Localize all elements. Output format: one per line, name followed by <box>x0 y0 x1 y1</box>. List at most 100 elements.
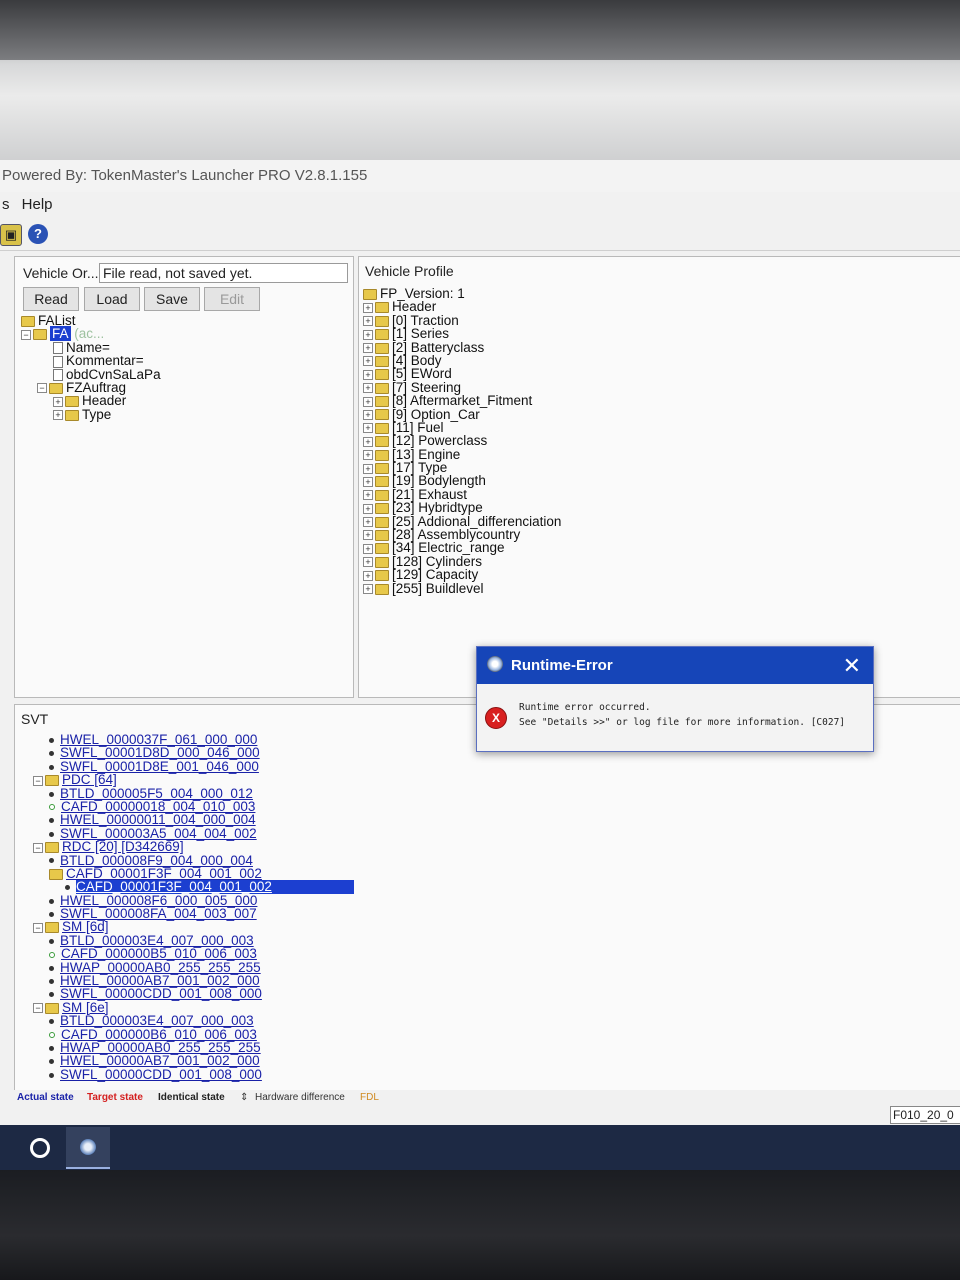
svt-sgbm-item[interactable]: BTLD_000005F5_004_000_012 <box>33 786 354 800</box>
tree-node-profile-item[interactable]: + [17] Type <box>363 461 561 474</box>
search-icon[interactable] <box>30 1138 50 1158</box>
tree-node-profile-item[interactable]: + [2] Batteryclass <box>363 340 561 354</box>
tree-node-type[interactable]: + Type <box>21 407 161 421</box>
svt-sgbm-item[interactable]: CAFD_000000B5_010_006_003 <box>33 947 354 961</box>
expand-icon[interactable]: + <box>363 302 373 313</box>
svt-ecu-node[interactable]: − SM [6d] <box>33 920 354 934</box>
svt-sgbm-item[interactable]: SWFL_000008FA_004_003_007 <box>33 907 354 920</box>
svt-sgbm-item[interactable]: CAFD_000000B6_010_006_003 <box>33 1027 354 1041</box>
expand-icon[interactable]: + <box>363 490 373 501</box>
tree-node-kommentar[interactable]: Kommentar= <box>21 354 161 368</box>
tree-node-profile-item[interactable]: + [23] Hybridtype <box>363 501 561 515</box>
svt-sgbm-item[interactable]: HWAP_00000AB0_255_255_255 <box>33 960 354 974</box>
expand-icon[interactable]: + <box>363 557 373 568</box>
svt-ecu-node[interactable]: − PDC [64] <box>33 773 354 786</box>
tree-node-profile-item[interactable]: + [34] Electric_range <box>363 541 561 555</box>
load-button[interactable]: Load <box>84 287 140 311</box>
expand-icon[interactable]: + <box>363 530 373 541</box>
tree-node-header[interactable]: + Header <box>21 394 161 408</box>
svt-ecu-node[interactable]: − RDC [20] [D342669] <box>33 840 354 853</box>
tree-node-profile-item[interactable]: + [21] Exhaust <box>363 488 561 501</box>
svt-ecu-node[interactable]: − SM [6e] <box>33 1001 354 1014</box>
help-icon[interactable]: ? <box>28 224 48 244</box>
svt-sgbm-item[interactable]: SWFL_00001D8E_001_046_000 <box>33 760 354 773</box>
tree-node-profile-item[interactable]: + [25] Addional_differenciation <box>363 514 561 528</box>
expand-icon[interactable]: + <box>53 410 63 421</box>
save-disk-icon[interactable]: ▣ <box>0 224 22 246</box>
svt-sgbm-item[interactable]: CAFD_00000018_004_010_003 <box>33 800 354 813</box>
tree-node-fzauftrag[interactable]: − FZAuftrag <box>21 381 161 394</box>
expand-icon[interactable]: + <box>363 316 373 327</box>
svt-sgbm-item[interactable]: SWFL_00001D8D_000_046_000 <box>33 746 354 760</box>
svt-sgbm-item[interactable]: HWEL_00000AB7_001_002_000 <box>33 1054 354 1068</box>
expand-icon[interactable]: + <box>363 409 373 420</box>
edit-button[interactable]: Edit <box>204 287 260 311</box>
state-bullet-icon <box>49 831 54 837</box>
collapse-icon[interactable]: − <box>21 329 31 340</box>
tree-node-falist[interactable]: FAList <box>21 314 161 327</box>
svt-sgbm-item[interactable]: SWFL_00000CDD_001_008_000 <box>33 987 354 1001</box>
tree-node-profile-item[interactable]: + [1] Series <box>363 327 561 340</box>
menu-item-tools[interactable]: s <box>2 196 10 213</box>
expand-icon[interactable]: + <box>53 396 63 407</box>
tree-node-profile-item[interactable]: + [28] Assemblycountry <box>363 528 561 541</box>
tree-node-profile-item[interactable]: + [4] Body <box>363 354 561 367</box>
tree-node-profile-item[interactable]: + [7] Steering <box>363 380 561 394</box>
svt-sgbm-item[interactable]: HWEL_0000037F_061_000_000 <box>33 733 354 746</box>
svt-sgbm-item[interactable]: HWAP_00000AB0_255_255_255 <box>33 1041 354 1054</box>
svt-sgbm-item[interactable]: BTLD_000003E4_007_000_003 <box>33 934 354 947</box>
tree-node-profile-item[interactable]: + [255] Buildlevel <box>363 581 561 595</box>
tree-node-profile-item[interactable]: + [13] Engine <box>363 447 561 461</box>
launcher-taskbar-icon[interactable] <box>66 1127 110 1169</box>
tree-node-profile-item[interactable]: + [12] Powerclass <box>363 434 561 448</box>
save-button[interactable]: Save <box>144 287 200 311</box>
expand-icon[interactable]: + <box>363 476 373 487</box>
expand-icon[interactable]: + <box>363 503 373 514</box>
tree-node-profile-item[interactable]: + [11] Fuel <box>363 421 561 434</box>
expand-icon[interactable]: + <box>363 329 373 340</box>
expand-icon[interactable]: + <box>363 369 373 380</box>
svt-sgbm-item[interactable]: SWFL_00000CDD_001_008_000 <box>33 1068 354 1081</box>
expand-icon[interactable]: + <box>363 356 373 367</box>
tree-node-fa[interactable]: − FA (ac... <box>21 326 161 342</box>
svt-sgbm-item[interactable]: SWFL_000003A5_004_004_002 <box>33 826 354 840</box>
tree-node-profile-item[interactable]: + [0] Traction <box>363 314 561 327</box>
expand-icon[interactable]: + <box>363 450 373 461</box>
tree-node-profile-item[interactable]: + [5] EWord <box>363 367 561 381</box>
tree-node-profile-item[interactable]: + [128] Cylinders <box>363 555 561 568</box>
expand-icon[interactable]: + <box>363 463 373 474</box>
collapse-icon[interactable]: − <box>33 842 43 853</box>
menu-item-help[interactable]: Help <box>22 196 53 213</box>
tree-node-name[interactable]: Name= <box>21 341 161 355</box>
collapse-icon[interactable]: − <box>33 922 43 933</box>
svt-sgbm-item[interactable]: BTLD_000003E4_007_000_003 <box>33 1014 354 1027</box>
collapse-icon[interactable]: − <box>37 383 47 394</box>
expand-icon[interactable]: + <box>363 517 373 528</box>
tree-node-profile-item[interactable]: + Header <box>363 300 561 314</box>
expand-icon[interactable]: + <box>363 570 373 581</box>
tree-node-fp-version[interactable]: FP_Version: 1 <box>363 287 561 300</box>
read-button[interactable]: Read <box>23 287 79 311</box>
svt-sgbm-item[interactable]: HWEL_00000011_004_000_004 <box>33 813 354 827</box>
svt-sgbm-item[interactable]: CAFD_00001F3F_004_001_002 <box>33 880 354 894</box>
tree-node-obd[interactable]: obdCvnSaLaPa <box>21 367 161 381</box>
tree-node-profile-item[interactable]: + [19] Bodylength <box>363 474 561 488</box>
tree-node-profile-item[interactable]: + [129] Capacity <box>363 568 561 581</box>
svt-sgbm-item[interactable]: HWEL_000008F6_000_005_000 <box>33 893 354 907</box>
collapse-icon[interactable]: − <box>33 1003 43 1014</box>
tree-node-profile-item[interactable]: + [9] Option_Car <box>363 407 561 421</box>
svt-ecu-node[interactable]: CAFD_00001F3F_004_001_002 <box>33 867 354 880</box>
expand-icon[interactable]: + <box>363 543 373 554</box>
expand-icon[interactable]: + <box>363 584 373 595</box>
svt-sgbm-item[interactable]: HWEL_00000AB7_001_002_000 <box>33 974 354 987</box>
expand-icon[interactable]: + <box>363 343 373 353</box>
expand-icon[interactable]: + <box>363 436 373 447</box>
close-icon[interactable]: ✕ <box>843 647 861 684</box>
expand-icon[interactable]: + <box>363 383 373 394</box>
expand-icon[interactable]: + <box>363 423 373 434</box>
vehicle-order-field[interactable]: File read, not saved yet. <box>99 263 348 283</box>
collapse-icon[interactable]: − <box>33 775 43 786</box>
svt-sgbm-item[interactable]: BTLD_000008F9_004_000_004 <box>33 853 354 867</box>
tree-node-profile-item[interactable]: + [8] Aftermarket_Fitment <box>363 394 561 407</box>
expand-icon[interactable]: + <box>363 396 373 407</box>
